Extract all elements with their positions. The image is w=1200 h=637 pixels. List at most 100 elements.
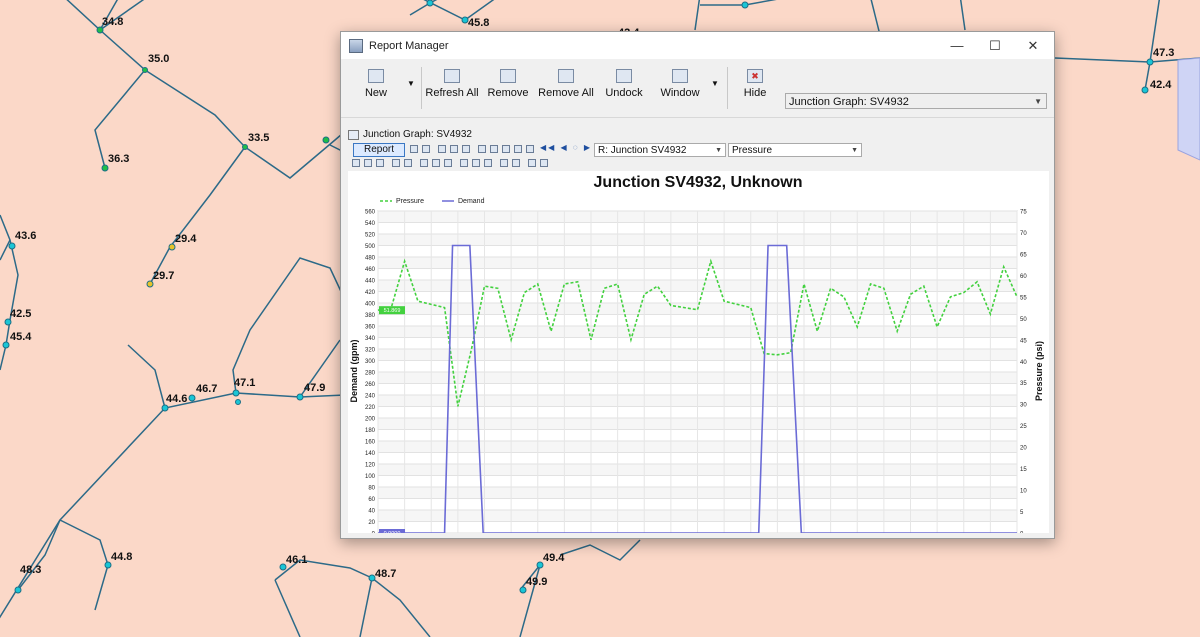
window-label: Window bbox=[660, 87, 700, 99]
copy-icon[interactable] bbox=[422, 145, 430, 153]
map-label: 34.8 bbox=[102, 16, 123, 28]
bar-chart-icon[interactable] bbox=[502, 145, 510, 153]
remove-all-button[interactable]: Remove All bbox=[537, 65, 595, 111]
map-label: 33.5 bbox=[248, 132, 269, 144]
window-dropdown-arrow[interactable]: ▼ bbox=[711, 79, 721, 99]
refresh-icon[interactable] bbox=[462, 145, 470, 153]
title-bar[interactable]: Report Manager — ☐ ✕ bbox=[341, 32, 1054, 59]
minimize-button[interactable]: — bbox=[938, 32, 976, 59]
map-label: 49.9 bbox=[526, 576, 547, 588]
refresh-all-button[interactable]: Refresh All bbox=[425, 65, 479, 111]
y-left-tick-label: 180 bbox=[365, 428, 376, 434]
map-label: 36.3 bbox=[108, 153, 129, 165]
copy-image-icon[interactable] bbox=[500, 159, 508, 167]
report-manager-icon bbox=[349, 38, 363, 53]
legend-label-pressure: Pressure bbox=[396, 198, 424, 205]
map-label: 44.8 bbox=[111, 551, 132, 563]
zoom-in-icon[interactable] bbox=[364, 159, 372, 167]
map-label: 44.6 bbox=[166, 393, 187, 405]
new-dropdown-arrow[interactable]: ▼ bbox=[407, 79, 417, 99]
map-label: 43.6 bbox=[15, 230, 36, 242]
chart-panel[interactable]: 0204060801001201401601802002202402602803… bbox=[348, 171, 1049, 559]
y-left-tick-label: 380 bbox=[365, 313, 376, 319]
options-icon[interactable] bbox=[528, 159, 536, 167]
remove-all-label: Remove All bbox=[538, 87, 594, 99]
zoom-out-icon[interactable] bbox=[376, 159, 384, 167]
attribute-select[interactable]: Pressure ▼ bbox=[728, 143, 862, 157]
export-icon[interactable] bbox=[410, 145, 418, 153]
save-icon[interactable] bbox=[438, 145, 446, 153]
y-right-axis-label: Pressure (psi) bbox=[1034, 341, 1044, 401]
new-button[interactable]: New bbox=[353, 65, 399, 111]
close-button[interactable]: ✕ bbox=[1014, 32, 1052, 59]
chart-title: Junction SV4932, Unknown bbox=[594, 174, 803, 191]
y-right-tick-label: 5 bbox=[1020, 510, 1024, 516]
help-icon[interactable] bbox=[540, 159, 548, 167]
window-title: Report Manager bbox=[369, 39, 449, 52]
map-label: 35.0 bbox=[148, 53, 169, 65]
y-left-tick-label: 120 bbox=[365, 463, 376, 469]
report-button[interactable]: Report bbox=[353, 143, 405, 157]
legend-icon[interactable] bbox=[432, 159, 440, 167]
axis-icon[interactable] bbox=[392, 159, 400, 167]
maximize-button[interactable]: ☐ bbox=[976, 32, 1014, 59]
undock-label: Undock bbox=[605, 87, 643, 99]
gridline-icon[interactable] bbox=[420, 159, 428, 167]
map-label: 48.7 bbox=[375, 568, 396, 580]
tab-junction-graph[interactable]: Junction Graph: SV4932 bbox=[348, 127, 472, 142]
report-select[interactable]: Junction Graph: SV4932 ▼ bbox=[785, 93, 1047, 109]
line-style-icon[interactable] bbox=[460, 159, 468, 167]
y-left-tick-label: 220 bbox=[365, 405, 376, 411]
map-label: 29.4 bbox=[175, 233, 197, 245]
y-right-tick-label: 55 bbox=[1020, 295, 1027, 301]
y-right-tick-label: 75 bbox=[1020, 210, 1027, 216]
hide-button[interactable]: ✖ Hide bbox=[735, 65, 775, 111]
y-left-tick-label: 420 bbox=[365, 290, 376, 296]
print-chart-icon[interactable] bbox=[512, 159, 520, 167]
map-label: 42.4 bbox=[1150, 79, 1172, 91]
y-left-tick-label: 200 bbox=[365, 417, 376, 423]
y-left-tick-label: 140 bbox=[365, 451, 376, 457]
y-left-tick-label: 20 bbox=[368, 520, 375, 526]
report-manager-window[interactable]: Report Manager — ☐ ✕ New ▼ Refresh All R… bbox=[340, 31, 1055, 559]
y-right-tick-label: 0 bbox=[1020, 532, 1024, 534]
map-label: 49.4 bbox=[543, 552, 565, 564]
junction-chart[interactable]: 0204060801001201401601802002202402602803… bbox=[348, 171, 1049, 559]
window-button[interactable]: Window bbox=[657, 65, 703, 111]
remove-button[interactable]: Remove bbox=[485, 65, 531, 111]
pan-icon[interactable] bbox=[352, 159, 360, 167]
chevron-down-icon: ▼ bbox=[851, 147, 858, 154]
y-left-tick-label: 80 bbox=[368, 486, 375, 492]
chevron-down-icon: ▼ bbox=[1034, 97, 1042, 106]
legend-label-demand: Demand bbox=[458, 198, 485, 205]
new-label: New bbox=[364, 87, 387, 99]
y-left-tick-label: 100 bbox=[365, 474, 376, 480]
y-right-tick-label: 65 bbox=[1020, 252, 1027, 258]
marker-icon[interactable] bbox=[484, 159, 492, 167]
new-icon bbox=[368, 69, 384, 83]
chart-type-icon[interactable] bbox=[478, 145, 486, 153]
line-chart-icon[interactable] bbox=[490, 145, 498, 153]
print-icon[interactable] bbox=[450, 145, 458, 153]
graph-active-icon[interactable] bbox=[526, 145, 534, 153]
graph-toolbar-secondary bbox=[348, 157, 1048, 169]
y-right-tick-label: 10 bbox=[1020, 489, 1027, 495]
ribbon-separator bbox=[421, 67, 422, 109]
y-left-tick-label: 160 bbox=[365, 440, 376, 446]
dash-style-icon[interactable] bbox=[472, 159, 480, 167]
tab-label: Junction Graph: SV4932 bbox=[363, 129, 472, 140]
graph-tab-icon bbox=[348, 129, 359, 140]
y-left-tick-label: 400 bbox=[365, 302, 376, 308]
element-select[interactable]: R: Junction SV4932 ▼ bbox=[594, 143, 726, 157]
y-right-tick-label: 60 bbox=[1020, 274, 1027, 280]
area-chart-icon[interactable] bbox=[514, 145, 522, 153]
undock-button[interactable]: Undock bbox=[601, 65, 647, 111]
y-left-tick-label: 240 bbox=[365, 394, 376, 400]
y-right-tick-label: 15 bbox=[1020, 467, 1027, 473]
y-left-tick-label: 0 bbox=[372, 532, 376, 534]
map-label: 45.8 bbox=[468, 17, 489, 29]
fit-icon[interactable] bbox=[444, 159, 452, 167]
map-label: 47.3 bbox=[1153, 47, 1174, 59]
scale-icon[interactable] bbox=[404, 159, 412, 167]
y-left-tick-label: 60 bbox=[368, 497, 375, 503]
